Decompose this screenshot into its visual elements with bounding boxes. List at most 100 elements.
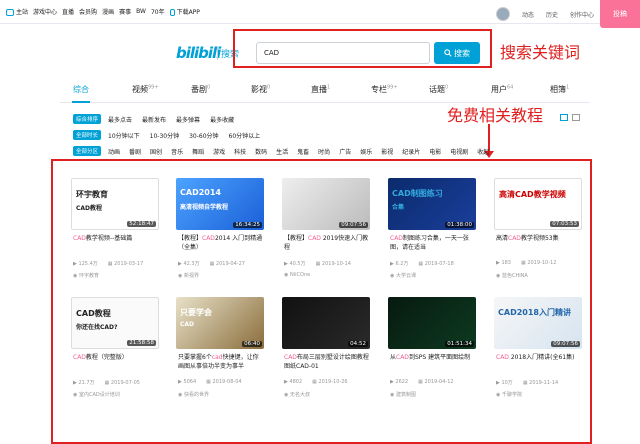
video-author[interactable]: ◉ 新视界	[178, 272, 199, 279]
filter-option[interactable]: 数码	[255, 147, 267, 156]
filter-option[interactable]: 最多弹幕	[176, 115, 200, 124]
filter-option[interactable]: 生活	[276, 147, 288, 156]
grid-view-icon[interactable]	[560, 114, 568, 121]
filter-option[interactable]: 10-30分钟	[150, 131, 179, 140]
video-stats: ▶ 21.7万 ▦ 2019-07-05	[73, 380, 140, 386]
video-thumbnail[interactable]: 01:51:34	[388, 297, 476, 349]
filter-option[interactable]: 动画	[108, 147, 120, 156]
tab-live[interactable]: 直播1	[311, 84, 330, 95]
filter-option[interactable]: 影视	[381, 147, 393, 156]
filter-option[interactable]: 时尚	[318, 147, 330, 156]
video-author[interactable]: ◉ 建筑制图	[390, 391, 416, 398]
nav-item-shop[interactable]: 会员购	[79, 7, 97, 16]
filter-option[interactable]: 电影	[429, 147, 441, 156]
tab-topic[interactable]: 话题0	[429, 84, 448, 95]
filter-option[interactable]: 国创	[150, 147, 162, 156]
nav-item-games[interactable]: 游戏中心	[33, 7, 57, 16]
tab-all[interactable]: 综合	[73, 84, 89, 95]
video-thumbnail[interactable]: CAD教程 你还在找CAD? 21:58:58	[71, 297, 159, 349]
video-title[interactable]: 【教程】CAD2014 入门到精通（全集）	[178, 234, 264, 252]
video-author[interactable]: ◉ NiiCOne	[284, 272, 310, 278]
avatar[interactable]	[495, 7, 510, 21]
filter-option[interactable]: 游戏	[213, 147, 225, 156]
video-thumbnail[interactable]: 环宇教育 CAD教程 52:18:47	[71, 178, 159, 230]
filter-option[interactable]: 最多收藏	[210, 115, 234, 124]
video-author[interactable]: ◉ 室内CAD设计培训	[73, 391, 120, 398]
video-author[interactable]: ◉ 大学云课	[390, 272, 416, 279]
video-title[interactable]: 只要掌握6个cad快捷键，让你画图从事倍功半变为事半	[178, 353, 264, 371]
tab-film[interactable]: 影视0	[251, 84, 270, 95]
filter-option[interactable]: 电视剧	[450, 147, 468, 156]
video-title[interactable]: CAD 2018入门精讲(全61集)	[496, 353, 582, 371]
thumbnail-title: CAD制图练习	[392, 189, 443, 198]
video-title[interactable]: 高清CAD教学视频53集	[496, 234, 582, 252]
filter-chip-duration[interactable]: 全部时长	[73, 130, 102, 140]
filter-option[interactable]: 广告	[339, 147, 351, 156]
tab-bangumi[interactable]: 番剧0	[191, 84, 210, 95]
filter-option[interactable]: 最多点击	[108, 115, 132, 124]
filter-option[interactable]: 舞蹈	[192, 147, 204, 156]
bilibili-logo[interactable]: bilibili	[176, 44, 221, 62]
video-duration: 01:38:00	[445, 222, 474, 228]
filter-chip-sort[interactable]: 综合排序	[73, 114, 102, 124]
nav-item-creator-center[interactable]: 创作中心	[570, 10, 594, 19]
filter-option[interactable]: 30-60分钟	[189, 131, 218, 140]
nav-item-main[interactable]: 主站	[6, 7, 28, 16]
tab-video[interactable]: 视频99+	[132, 84, 159, 95]
video-author[interactable]: ◉ 无名大叔	[284, 391, 310, 398]
video-thumbnail[interactable]: CAD2014 高清视频自学教程 16:34:25	[176, 178, 264, 230]
filter-option[interactable]: 60分钟以上	[229, 131, 261, 140]
tv-icon	[6, 9, 14, 16]
video-title[interactable]: CAD布局三层别墅设计绘图教程图纸CAD-01	[284, 353, 370, 371]
thumbnail-title: CAD2014	[180, 188, 221, 197]
nav-item-manga[interactable]: 漫画	[102, 7, 114, 16]
video-author[interactable]: ◉ 环宇教育	[73, 272, 99, 279]
nav-item-history[interactable]: 历史	[546, 10, 558, 19]
video-author[interactable]: ◉ 蓝色CHINA	[496, 272, 528, 279]
filter-option-collapse[interactable]: 收起	[477, 147, 489, 156]
video-title[interactable]: 从CAD到SPS 建筑平面图绘制	[390, 353, 476, 371]
thumbnail-title: CAD教程	[76, 309, 111, 318]
tab-article[interactable]: 专栏99+	[371, 84, 398, 95]
upload-button[interactable]: 投稿	[600, 0, 640, 28]
filter-option[interactable]: 最新发布	[142, 115, 166, 124]
video-title[interactable]: 【教程】CAD 2019快速入门教程	[284, 234, 370, 252]
video-duration: 21:58:58	[127, 340, 156, 346]
video-author[interactable]: ◉ 快看的世界	[178, 391, 209, 398]
nav-item-download-app[interactable]: 下载APP	[169, 7, 200, 16]
video-thumbnail[interactable]: 高清CAD教学视频 07:03:53	[494, 178, 582, 230]
video-thumbnail[interactable]: 09:07:56	[282, 178, 370, 230]
annotation-keyword: 搜索关键词	[500, 43, 581, 62]
video-title[interactable]: CAD教学视频--基础篇	[73, 234, 159, 252]
video-duration: 01:51:34	[445, 341, 474, 347]
list-view-icon[interactable]	[572, 114, 580, 121]
filter-row-zone: 全部分区 动画 番剧 国创 音乐 舞蹈 游戏 科技 数码 生活 鬼畜 时尚 广告…	[73, 146, 593, 156]
filter-option[interactable]: 纪录片	[402, 147, 420, 156]
video-thumbnail[interactable]: 04:52	[282, 297, 370, 349]
nav-item-live[interactable]: 直播	[62, 7, 74, 16]
nav-item-dynamics[interactable]: 动态	[522, 10, 534, 19]
video-thumbnail[interactable]: CAD制图练习 合集 01:38:00	[388, 178, 476, 230]
view-toggle	[560, 114, 582, 122]
tab-album[interactable]: 相簿1	[550, 84, 569, 95]
nav-item-bw[interactable]: BW	[136, 8, 146, 15]
filter-option[interactable]: 10分钟以下	[108, 131, 140, 140]
filter-option[interactable]: 科技	[234, 147, 246, 156]
nav-item-70[interactable]: 70年	[151, 7, 165, 16]
tab-user[interactable]: 用户64	[491, 84, 513, 95]
filter-option[interactable]: 鬼畜	[297, 147, 309, 156]
video-stats: ▶ 4802 ▦ 2019-10-26	[284, 379, 348, 385]
phone-icon	[169, 9, 175, 16]
video-title[interactable]: CAD制图练习合集，一天一张图，请在适当	[390, 234, 476, 252]
video-duration: 09:07:56	[339, 222, 368, 228]
video-stats: ▶ 40.5万 ▦ 2019-10-14	[284, 261, 351, 267]
filter-option[interactable]: 音乐	[171, 147, 183, 156]
video-author[interactable]: ◉ 千聊学院	[496, 391, 522, 398]
video-title[interactable]: CAD教程（完整版）	[73, 353, 159, 371]
video-thumbnail[interactable]: 只要学会 CAD 06:40	[176, 297, 264, 349]
video-thumbnail[interactable]: CAD2018入门精讲 09:07:56	[494, 297, 582, 349]
filter-option[interactable]: 番剧	[129, 147, 141, 156]
filter-option[interactable]: 娱乐	[360, 147, 372, 156]
filter-chip-zone[interactable]: 全部分区	[73, 146, 102, 156]
nav-item-events[interactable]: 赛事	[119, 7, 131, 16]
